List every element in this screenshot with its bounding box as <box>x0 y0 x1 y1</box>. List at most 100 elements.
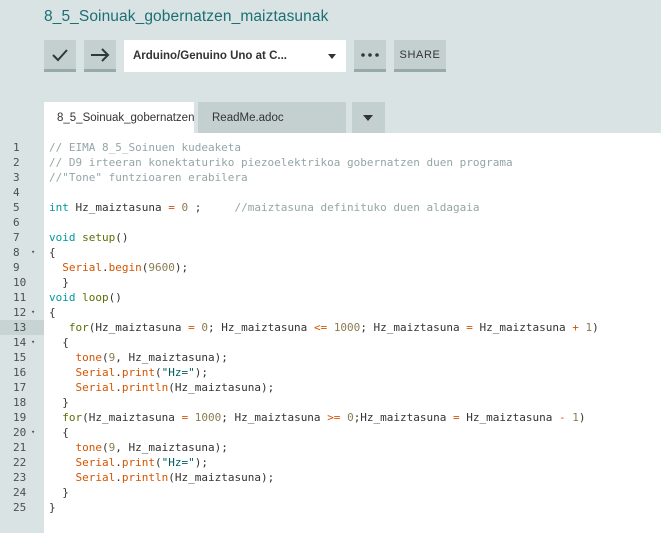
share-button[interactable]: SHARE <box>394 40 446 72</box>
code-line[interactable]: 1 // EIMA 8_5_Soinuen kudeaketa <box>0 140 661 155</box>
code-line[interactable]: 2 // D9 irteeran konektaturiko piezoelekt… <box>0 155 661 170</box>
code-line[interactable]: 4 <box>0 185 661 200</box>
code-line[interactable]: 19 for(Hz_maiztasuna = 1000; Hz_maiztasu… <box>0 410 661 425</box>
code-text: Serial.begin(9600); <box>49 260 188 275</box>
code-token: () <box>108 291 122 304</box>
code-line[interactable]: 11 void loop() <box>0 290 661 305</box>
code-line[interactable]: 21 tone(9, Hz_maiztasuna); <box>0 440 661 455</box>
tab-sketch-ino[interactable]: 8_5_Soinuak_gobernatzen_maiztasunak.ino <box>44 102 194 133</box>
code-token: ( <box>155 456 162 469</box>
code-token: () <box>115 231 129 244</box>
code-token: 9600 <box>148 261 175 274</box>
code-line[interactable]: 24 } <box>0 485 661 500</box>
code-text: tone(9, Hz_maiztasuna); <box>49 350 228 365</box>
code-token: { <box>49 306 56 319</box>
code-token: Hz_maiztasuna <box>472 321 573 334</box>
fold-toggle-icon[interactable]: ▾ <box>31 425 35 440</box>
line-number: 6 <box>13 216 20 229</box>
code-token: ); <box>194 366 208 379</box>
code-token: int <box>49 201 69 214</box>
code-token: . <box>115 381 122 394</box>
code-line[interactable]: 8 ▾ { <box>0 245 661 260</box>
line-number: 23 <box>13 471 27 484</box>
code-token: (Hz_maiztasuna); <box>168 471 275 484</box>
code-line[interactable]: 12 ▾ { <box>0 305 661 320</box>
sketch-title: 8_5_Soinuak_gobernatzen_maiztasunak <box>44 8 329 25</box>
code-text: // D9 irteeran konektaturiko piezoelektr… <box>49 155 513 170</box>
tabs-menu-button[interactable] <box>352 102 385 133</box>
fold-toggle-icon[interactable]: ▾ <box>31 335 35 350</box>
code-token: } <box>49 396 69 409</box>
code-line[interactable]: 20 ▾ { <box>0 425 661 440</box>
code-text: for(Hz_maiztasuna = 0; Hz_maiztasuna <= … <box>49 320 599 335</box>
line-number: 22 <box>13 456 27 469</box>
code-line[interactable]: 9 Serial.begin(9600); <box>0 260 661 275</box>
code-token: println <box>121 381 169 394</box>
code-text: int Hz_maiztasuna = 0 ; //maiztasuna def… <box>49 200 480 215</box>
code-line[interactable]: 5 int Hz_maiztasuna = 0 ; //maiztasuna de… <box>0 200 661 215</box>
line-number: 18 <box>13 396 27 409</box>
code-line[interactable]: 23 Serial.println(Hz_maiztasuna); <box>0 470 661 485</box>
line-number: 19 <box>13 411 27 424</box>
code-text: } <box>49 500 56 515</box>
code-text: } <box>49 395 69 410</box>
editor-header: 8_5_Soinuak_gobernatzen_maiztasunak Ardu… <box>0 0 661 133</box>
code-text: } <box>49 485 69 500</box>
code-text: tone(9, Hz_maiztasuna); <box>49 440 228 455</box>
line-number: 21 <box>13 441 27 454</box>
code-text: Serial.println(Hz_maiztasuna); <box>49 380 275 395</box>
board-selector[interactable]: Arduino/Genuino Uno at C... <box>124 40 346 72</box>
code-token: "Hz=" <box>161 366 195 379</box>
code-line[interactable]: 25} <box>0 500 661 515</box>
code-token: ; Hz_maiztasuna <box>221 411 328 424</box>
code-line[interactable]: 18 } <box>0 395 661 410</box>
code-token: 1000 <box>333 321 361 334</box>
code-token: // EIMA 8_5_Soinuen kudeaketa <box>49 141 242 154</box>
code-line[interactable]: 10 } <box>0 275 661 290</box>
code-token: >= <box>327 411 341 424</box>
code-token: . <box>102 261 109 274</box>
code-line[interactable]: 15 tone(9, Hz_maiztasuna); <box>0 350 661 365</box>
code-token: ) <box>578 411 586 424</box>
chevron-down-icon <box>363 115 373 121</box>
ellipsis-icon <box>361 52 379 57</box>
code-token: . <box>115 471 122 484</box>
arrow-right-icon <box>90 47 110 62</box>
code-token: for <box>62 411 83 424</box>
code-line[interactable]: 3 //"Tone" funtzioaren erabilera <box>0 170 661 185</box>
fold-toggle-icon[interactable]: ▾ <box>31 245 35 260</box>
code-token: Serial <box>75 381 116 394</box>
code-token: for <box>68 321 89 334</box>
more-options-button[interactable] <box>354 40 386 72</box>
fold-toggle-icon[interactable]: ▾ <box>31 305 35 320</box>
code-token: //maiztasuna definituko duen aldagaia <box>234 201 480 214</box>
code-text: { <box>49 305 56 320</box>
code-line[interactable]: 7 void setup() <box>0 230 661 245</box>
code-token: ; <box>188 201 235 214</box>
verify-button[interactable] <box>44 40 76 72</box>
code-token: (Hz_maiztasuna <box>82 411 182 424</box>
code-token: , Hz_maiztasuna); <box>115 351 228 364</box>
code-line[interactable]: 22 Serial.print("Hz="); <box>0 455 661 470</box>
code-token: Serial <box>75 456 116 469</box>
code-line[interactable]: 14 ▾ { <box>0 335 661 350</box>
tab-label: 8_5_Soinuak_gobernatzen_maiztasunak.ino <box>57 111 194 124</box>
code-line[interactable]: 16 Serial.print("Hz="); <box>0 365 661 380</box>
tab-readme[interactable]: ReadMe.adoc <box>198 102 346 133</box>
code-token: loop <box>82 291 109 304</box>
code-line[interactable]: 13 for(Hz_maiztasuna = 0; Hz_maiztasuna … <box>0 320 661 335</box>
code-line[interactable]: 17 Serial.println(Hz_maiztasuna); <box>0 380 661 395</box>
code-token: . <box>115 366 122 379</box>
code-token: print <box>121 366 155 379</box>
code-line[interactable]: 6 <box>0 215 661 230</box>
code-lines[interactable]: 1 // EIMA 8_5_Soinuen kudeaketa 2 // D9 irt… <box>0 140 661 515</box>
chevron-down-icon <box>328 54 336 59</box>
code-token: - <box>559 411 566 424</box>
upload-button[interactable] <box>84 40 116 72</box>
